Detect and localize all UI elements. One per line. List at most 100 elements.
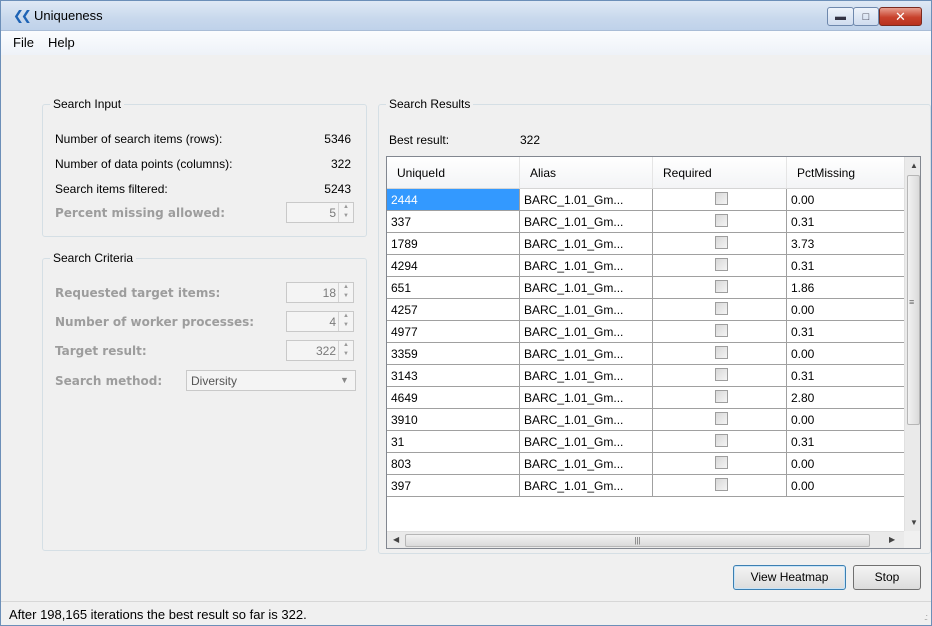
spin-down-icon[interactable]: ▼ (339, 350, 353, 359)
cell-required[interactable] (653, 233, 787, 255)
view-heatmap-button[interactable]: View Heatmap (733, 565, 846, 590)
cell-alias[interactable]: BARC_1.01_Gm... (520, 409, 653, 431)
table-row[interactable]: 3143 BARC_1.01_Gm... 0.31 (387, 365, 905, 387)
cell-alias[interactable]: BARC_1.01_Gm... (520, 277, 653, 299)
cell-uniqueid[interactable]: 2444 (387, 189, 520, 211)
cell-pctmissing[interactable]: 0.00 (787, 299, 905, 321)
cell-required[interactable] (653, 365, 787, 387)
spin-up-icon[interactable]: ▲ (339, 312, 353, 321)
cell-uniqueid[interactable]: 3910 (387, 409, 520, 431)
table-row[interactable]: 651 BARC_1.01_Gm... 1.86 (387, 277, 905, 299)
table-row[interactable]: 397 BARC_1.01_Gm... 0.00 (387, 475, 905, 497)
cell-alias[interactable]: BARC_1.01_Gm... (520, 299, 653, 321)
scroll-right-icon[interactable]: ▶ (889, 535, 895, 544)
required-checkbox[interactable] (715, 346, 728, 359)
cell-pctmissing[interactable]: 0.31 (787, 321, 905, 343)
spin-down-icon[interactable]: ▼ (339, 321, 353, 330)
table-row[interactable]: 4294 BARC_1.01_Gm... 0.31 (387, 255, 905, 277)
cell-required[interactable] (653, 453, 787, 475)
target-items-stepper[interactable]: 18 ▲ ▼ (286, 282, 354, 303)
table-row[interactable]: 4977 BARC_1.01_Gm... 0.31 (387, 321, 905, 343)
table-row[interactable]: 337 BARC_1.01_Gm... 0.31 (387, 211, 905, 233)
required-checkbox[interactable] (715, 412, 728, 425)
cell-pctmissing[interactable]: 0.00 (787, 343, 905, 365)
cell-required[interactable] (653, 431, 787, 453)
cell-alias[interactable]: BARC_1.01_Gm... (520, 321, 653, 343)
spin-up-icon[interactable]: ▲ (339, 341, 353, 350)
spin-up-icon[interactable]: ▲ (339, 203, 353, 212)
required-checkbox[interactable] (715, 214, 728, 227)
cell-required[interactable] (653, 277, 787, 299)
cell-pctmissing[interactable]: 0.00 (787, 409, 905, 431)
menu-file[interactable]: File (13, 35, 34, 50)
cell-pctmissing[interactable]: 0.00 (787, 453, 905, 475)
cell-pctmissing[interactable]: 3.73 (787, 233, 905, 255)
cell-required[interactable] (653, 189, 787, 211)
cell-pctmissing[interactable]: 0.31 (787, 255, 905, 277)
minimize-button[interactable]: ▬ (827, 7, 854, 26)
cell-required[interactable] (653, 343, 787, 365)
cell-alias[interactable]: BARC_1.01_Gm... (520, 431, 653, 453)
results-grid[interactable]: UniqueId Alias Required PctMissing 2444 B… (386, 156, 921, 549)
resize-grip-icon[interactable]: .: (924, 612, 928, 622)
percent-missing-stepper[interactable]: 5 ▲ ▼ (286, 202, 354, 223)
spin-down-icon[interactable]: ▼ (339, 292, 353, 301)
cell-alias[interactable]: BARC_1.01_Gm... (520, 233, 653, 255)
required-checkbox[interactable] (715, 478, 728, 491)
cell-pctmissing[interactable]: 0.31 (787, 431, 905, 453)
cell-required[interactable] (653, 387, 787, 409)
required-checkbox[interactable] (715, 456, 728, 469)
cell-required[interactable] (653, 475, 787, 497)
cell-required[interactable] (653, 211, 787, 233)
cell-pctmissing[interactable]: 0.31 (787, 365, 905, 387)
close-button[interactable]: ✕ (879, 7, 922, 26)
table-row[interactable]: 4257 BARC_1.01_Gm... 0.00 (387, 299, 905, 321)
cell-uniqueid[interactable]: 4649 (387, 387, 520, 409)
required-checkbox[interactable] (715, 434, 728, 447)
cell-uniqueid[interactable]: 31 (387, 431, 520, 453)
required-checkbox[interactable] (715, 236, 728, 249)
cell-pctmissing[interactable]: 0.31 (787, 211, 905, 233)
cell-alias[interactable]: BARC_1.01_Gm... (520, 189, 653, 211)
required-checkbox[interactable] (715, 324, 728, 337)
cell-alias[interactable]: BARC_1.01_Gm... (520, 475, 653, 497)
cell-pctmissing[interactable]: 1.86 (787, 277, 905, 299)
cell-alias[interactable]: BARC_1.01_Gm... (520, 343, 653, 365)
stop-button[interactable]: Stop (853, 565, 921, 590)
required-checkbox[interactable] (715, 258, 728, 271)
cell-uniqueid[interactable]: 1789 (387, 233, 520, 255)
cell-alias[interactable]: BARC_1.01_Gm... (520, 453, 653, 475)
cell-pctmissing[interactable]: 2.80 (787, 387, 905, 409)
required-checkbox[interactable] (715, 390, 728, 403)
table-row[interactable]: 31 BARC_1.01_Gm... 0.31 (387, 431, 905, 453)
cell-required[interactable] (653, 299, 787, 321)
table-row[interactable]: 803 BARC_1.01_Gm... 0.00 (387, 453, 905, 475)
scroll-down-icon[interactable]: ▼ (910, 518, 918, 527)
cell-required[interactable] (653, 409, 787, 431)
required-checkbox[interactable] (715, 302, 728, 315)
scroll-up-icon[interactable]: ▲ (910, 161, 918, 170)
cell-uniqueid[interactable]: 397 (387, 475, 520, 497)
cell-alias[interactable]: BARC_1.01_Gm... (520, 387, 653, 409)
cell-uniqueid[interactable]: 4257 (387, 299, 520, 321)
cell-uniqueid[interactable]: 803 (387, 453, 520, 475)
table-row[interactable]: 1789 BARC_1.01_Gm... 3.73 (387, 233, 905, 255)
table-row[interactable]: 3910 BARC_1.01_Gm... 0.00 (387, 409, 905, 431)
cell-pctmissing[interactable]: 0.00 (787, 475, 905, 497)
required-checkbox[interactable] (715, 192, 728, 205)
horizontal-scroll-thumb[interactable]: ||| (405, 534, 870, 547)
target-result-stepper[interactable]: 322 ▲ ▼ (286, 340, 354, 361)
table-row[interactable]: 2444 BARC_1.01_Gm... 0.00 (387, 189, 905, 211)
cell-alias[interactable]: BARC_1.01_Gm... (520, 211, 653, 233)
cell-uniqueid[interactable]: 337 (387, 211, 520, 233)
spin-down-icon[interactable]: ▼ (339, 212, 353, 221)
cell-uniqueid[interactable]: 4977 (387, 321, 520, 343)
required-checkbox[interactable] (715, 368, 728, 381)
cell-alias[interactable]: BARC_1.01_Gm... (520, 255, 653, 277)
horizontal-scrollbar[interactable]: ◀ ||| ▶ (387, 531, 904, 548)
column-header-uniqueid[interactable]: UniqueId (387, 157, 520, 189)
spin-up-icon[interactable]: ▲ (339, 283, 353, 292)
cell-pctmissing[interactable]: 0.00 (787, 189, 905, 211)
cell-uniqueid[interactable]: 4294 (387, 255, 520, 277)
table-row[interactable]: 3359 BARC_1.01_Gm... 0.00 (387, 343, 905, 365)
